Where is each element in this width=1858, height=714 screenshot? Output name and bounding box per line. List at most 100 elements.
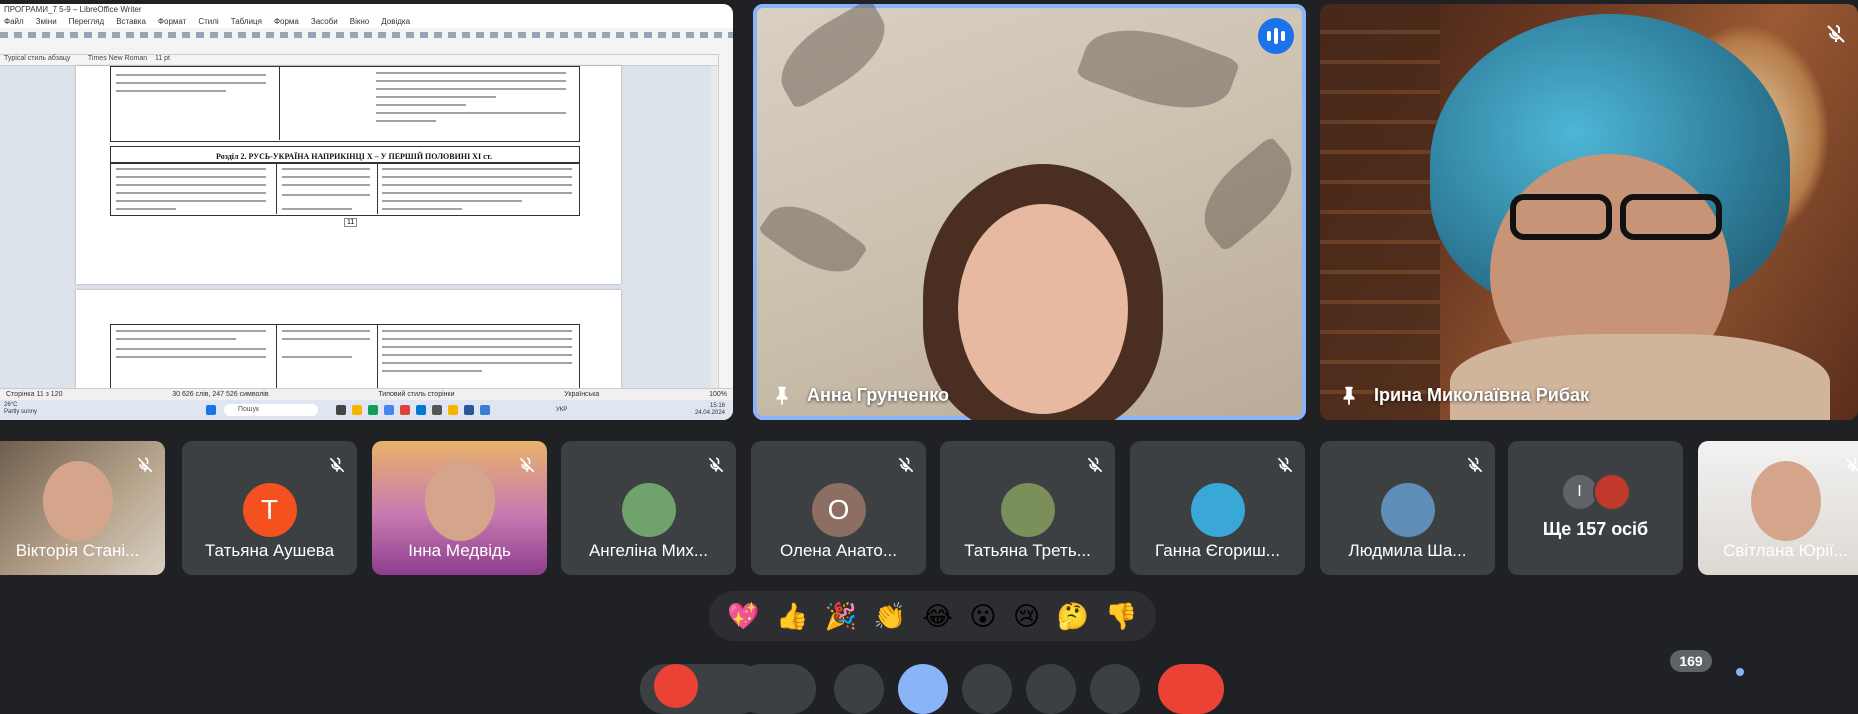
mic-off-icon xyxy=(708,457,724,473)
status-words: 30 626 слів, 247 526 символів xyxy=(172,391,269,398)
more-options-button[interactable] xyxy=(1090,664,1140,714)
writer-menu-item[interactable]: Форма xyxy=(274,16,299,28)
participant-tile[interactable]: Вікторія Стані... xyxy=(0,441,165,575)
paragraph-style-select[interactable]: Typical стиль абзацу xyxy=(4,55,70,62)
reaction-emoji-button[interactable]: 😮 xyxy=(969,603,996,629)
camera-button[interactable] xyxy=(736,664,816,714)
shared-screen-tile[interactable]: ПРОГРАМИ_7 5-9 – LibreOffice Writer Файл… xyxy=(0,4,733,420)
reaction-emoji-button[interactable]: 🎉 xyxy=(825,603,857,629)
writer-menu-item[interactable]: Вставка xyxy=(116,16,146,28)
participant-face xyxy=(1750,461,1821,541)
folder-icon[interactable] xyxy=(352,405,362,415)
participants-count-badge[interactable]: 169 xyxy=(1670,650,1712,672)
participant-tile[interactable]: Інна Медвідь xyxy=(372,441,547,575)
participant-tile[interactable]: Ангеліна Мих... xyxy=(561,441,736,575)
captions-button[interactable] xyxy=(834,664,884,714)
participant-tile[interactable]: T Татьяна Аушева xyxy=(182,441,357,575)
status-language: Українська xyxy=(564,391,600,398)
language-indicator[interactable]: УКР xyxy=(556,407,567,413)
participant-name: Людмила Ша... xyxy=(1348,541,1467,560)
participant-name: Татьяна Треть... xyxy=(964,541,1091,560)
reaction-emoji-button[interactable]: 👏 xyxy=(874,603,906,629)
avatar xyxy=(1380,483,1435,537)
edge-icon[interactable] xyxy=(416,405,426,415)
writer-window-title: ПРОГРАМИ_7 5-9 – LibreOffice Writer xyxy=(0,4,733,16)
participant-face xyxy=(424,461,495,541)
mic-off-icon xyxy=(137,457,153,473)
people-icon[interactable] xyxy=(1736,668,1744,676)
writer-menu-item[interactable]: Формат xyxy=(158,16,186,28)
mic-off-icon xyxy=(654,664,698,708)
zoom-level[interactable]: 100% xyxy=(709,389,727,400)
participant-tile[interactable]: Ганна Єгориш... xyxy=(1130,441,1305,575)
participant-name: Світлана Юрії... xyxy=(1723,541,1848,560)
raise-hand-button[interactable] xyxy=(1026,664,1076,714)
reaction-emoji-button[interactable]: 😢 xyxy=(1013,603,1040,629)
avatar xyxy=(1592,473,1631,511)
taskbar-app-icon[interactable] xyxy=(432,405,442,415)
writer-standard-toolbar[interactable] xyxy=(0,28,733,55)
participant-tile[interactable]: O Олена Анато... xyxy=(751,441,926,575)
reaction-emoji-button[interactable]: 💖 xyxy=(727,603,759,629)
font-name-select[interactable]: Times New Roman xyxy=(88,55,147,62)
writer-status-bar: Сторінка 11 з 120 30 626 слів, 247 526 с… xyxy=(0,388,733,400)
taskbar-search[interactable]: Пошук xyxy=(224,404,318,416)
writer-menu-item[interactable]: Засоби xyxy=(311,16,338,28)
chrome-icon[interactable] xyxy=(400,405,410,415)
writer-menu-item[interactable]: Перегляд xyxy=(69,16,105,28)
reaction-emoji-button[interactable]: 👍 xyxy=(776,603,808,629)
participant-face xyxy=(958,204,1128,414)
windows-start-icon[interactable] xyxy=(206,405,216,415)
writer-format-toolbar[interactable]: Typical стиль абзацу Times New Roman 11 … xyxy=(0,55,733,66)
participant-name: Ангеліна Мих... xyxy=(588,541,709,560)
taskbar-app-icon[interactable] xyxy=(336,405,346,415)
mic-off-icon xyxy=(1845,457,1858,472)
writer-menu-item[interactable]: Вікно xyxy=(350,16,369,28)
mic-off-icon xyxy=(519,457,535,473)
weather-widget[interactable]: 26°C Partly sunny xyxy=(4,402,37,416)
writer-menu-item[interactable]: Файл xyxy=(4,16,24,28)
writer-menu-bar[interactable]: Файл Зміни Перегляд Вставка Формат Стилі Табли… xyxy=(0,16,733,28)
document-canvas[interactable]: Розділ 2. РУСЬ-УКРАЇНА НАПРИКІНЦІ Х – У … xyxy=(0,66,710,389)
glasses xyxy=(1510,194,1612,240)
bookshelf-background xyxy=(1320,4,1440,420)
font-size-select[interactable]: 11 pt xyxy=(155,55,170,62)
pin-icon[interactable] xyxy=(1338,384,1360,406)
participant-name: Анна Грунченко xyxy=(807,384,950,405)
writer-menu-item[interactable]: Зміни xyxy=(36,16,57,28)
word-icon[interactable] xyxy=(464,405,474,415)
participant-name: Ірина Миколаївна Рибак xyxy=(1374,384,1589,405)
writer-menu-item[interactable]: Довідка xyxy=(381,16,410,28)
writer-sidebar[interactable] xyxy=(718,54,733,388)
participant-name: Татьяна Аушева xyxy=(204,541,335,560)
mic-off-icon xyxy=(1827,25,1845,43)
participant-tile[interactable]: Світлана Юрії... xyxy=(1698,441,1858,575)
participant-tile[interactable]: Людмила Ша... xyxy=(1320,441,1495,575)
pin-icon[interactable] xyxy=(771,384,793,406)
avatar xyxy=(621,483,676,537)
present-button[interactable] xyxy=(962,664,1012,714)
avatar: O xyxy=(811,483,866,537)
writer-icon[interactable] xyxy=(480,405,490,415)
reaction-emoji-button[interactable]: 👎 xyxy=(1105,603,1137,629)
more-participants-tile[interactable]: I Ще 157 осіб xyxy=(1508,441,1683,575)
avatar xyxy=(1000,483,1055,537)
taskbar-clock[interactable]: 15:16 24.04.2024 xyxy=(695,403,725,417)
reaction-emoji-button[interactable]: 😂 xyxy=(923,603,953,629)
taskbar-app-icon[interactable] xyxy=(384,405,394,415)
reaction-bar: 💖 👍 🎉 👏 😂 😮 😢 🤔 👎 xyxy=(709,591,1156,641)
taskbar-app-icon[interactable] xyxy=(368,405,378,415)
participant-tile[interactable]: Татьяна Треть... xyxy=(940,441,1115,575)
folder-icon[interactable] xyxy=(448,405,458,415)
page-number: 11 xyxy=(344,218,358,227)
writer-menu-item[interactable]: Стилі xyxy=(198,16,218,28)
document-page xyxy=(76,290,621,389)
reaction-emoji-button[interactable]: 🤔 xyxy=(1057,603,1089,629)
end-call-button[interactable] xyxy=(1158,664,1224,714)
document-scrollbar[interactable] xyxy=(710,66,717,388)
reactions-button[interactable] xyxy=(898,664,948,714)
participant-tile-main[interactable]: Анна Грунченко xyxy=(753,4,1306,420)
writer-menu-item[interactable]: Таблиця xyxy=(231,16,262,28)
mic-off-icon xyxy=(1467,457,1483,473)
participant-tile-main[interactable]: Ірина Миколаївна Рибак xyxy=(1320,4,1858,420)
